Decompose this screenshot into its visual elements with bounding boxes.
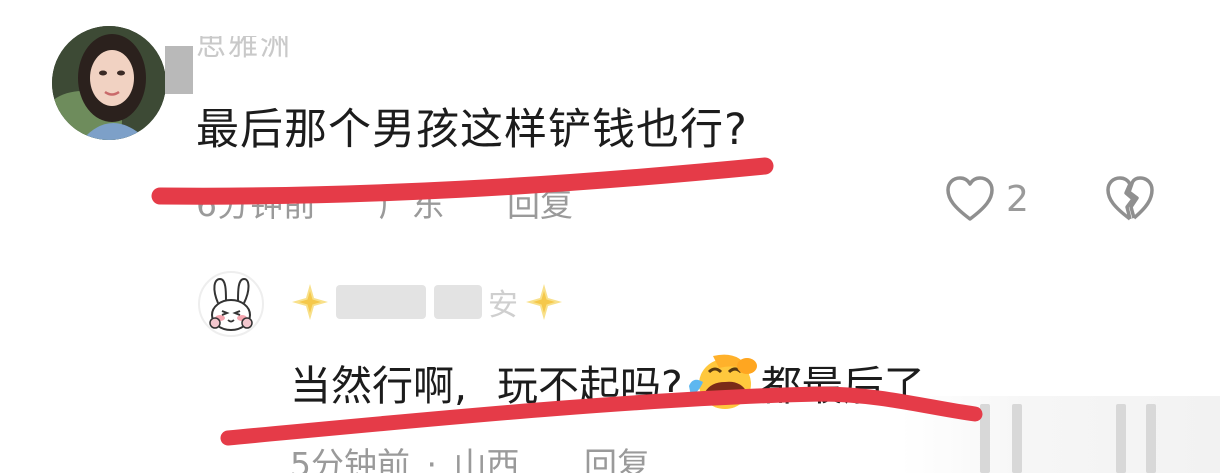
laughing-crying-emoji — [688, 354, 757, 409]
reply-text: 当然行啊, 玩不起吗? 都最后了 — [290, 352, 925, 412]
reply-meta: 5分钟前 · 山西 回复 — [290, 438, 650, 473]
edge-fade — [900, 396, 1220, 473]
like-count: 2 — [1006, 178, 1029, 220]
reply-time: 5分钟前 — [290, 445, 410, 473]
meta-separator: · — [426, 445, 438, 473]
edge-artifact — [1012, 404, 1022, 473]
reply-button[interactable]: 回复 — [584, 445, 650, 473]
reply-username[interactable]: 安 — [288, 276, 566, 328]
bunny-avatar[interactable] — [198, 271, 264, 337]
comment-time: 6分钟前 — [196, 185, 316, 224]
comment-text: 最后那个男孩这样铲钱也行? — [196, 105, 748, 155]
edge-artifact — [1146, 404, 1156, 473]
reply-text-part1: 当然行啊, — [290, 362, 468, 410]
heart-outline-icon — [946, 176, 994, 221]
reply-text-part2: 玩不起吗? — [497, 362, 683, 410]
username-redaction — [434, 285, 482, 319]
comment-meta: 6分钟前 广东 回复 — [196, 178, 625, 226]
username-visible-char: 安 — [488, 288, 518, 323]
username-redaction — [165, 46, 193, 94]
sparkle-star-icon — [292, 284, 328, 320]
avatar-image — [52, 26, 166, 140]
sparkle-star-icon — [526, 284, 562, 320]
broken-heart-icon — [1106, 176, 1154, 221]
comment-thread: 思雅洲 最后那个男孩这样铲钱也行? 6分钟前 广东 回复 2 安 当然行啊, 玩… — [0, 0, 1220, 473]
reply-location: 山西 — [453, 445, 520, 473]
like-button[interactable]: 2 — [944, 174, 1029, 224]
comment-location: 广东 — [378, 185, 445, 224]
edge-artifact — [980, 404, 990, 473]
bunny-avatar-image — [209, 277, 253, 331]
user-avatar-woman[interactable] — [52, 26, 166, 140]
edge-artifact — [1116, 404, 1126, 473]
comment-username[interactable]: 思雅洲 — [196, 36, 292, 64]
username-redaction — [336, 285, 426, 319]
dislike-button[interactable] — [1104, 174, 1156, 224]
reply-button[interactable]: 回复 — [507, 185, 573, 224]
